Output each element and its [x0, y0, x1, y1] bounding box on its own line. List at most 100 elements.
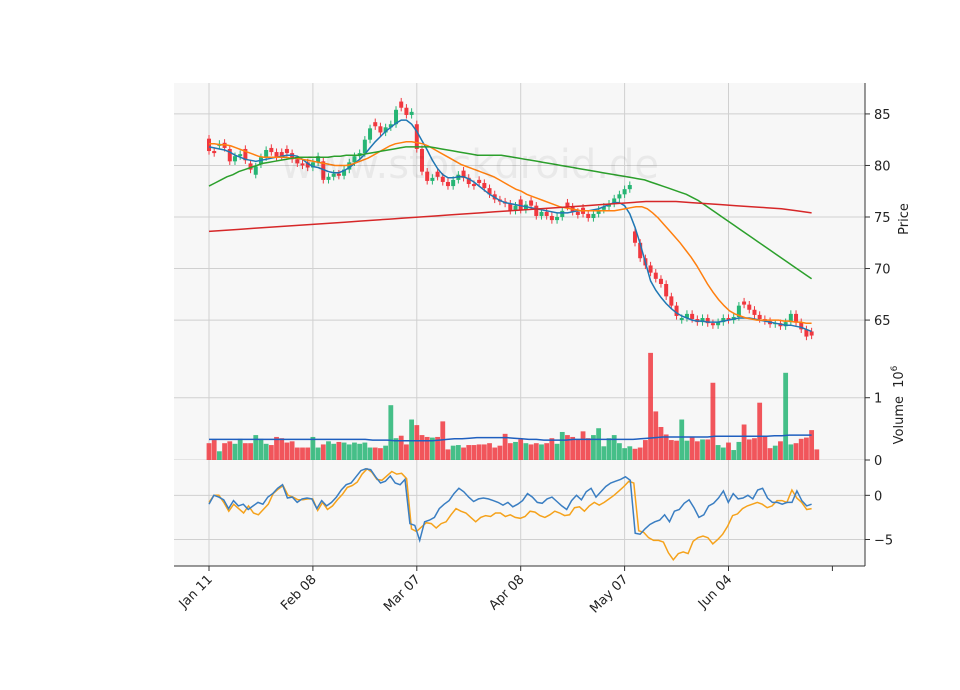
volume-bar — [554, 443, 560, 460]
volume-bar — [627, 446, 633, 460]
volume-bar — [710, 382, 716, 460]
candle-down — [404, 107, 409, 115]
volume-bar — [642, 440, 648, 460]
candle-down — [378, 126, 383, 133]
volume-bar — [793, 443, 799, 460]
x-axis: Jan 11 Feb 08 Mar 07 Apr 08 May 07 Jun 04 — [176, 566, 833, 616]
volume-bar — [404, 444, 409, 460]
candle-up — [368, 128, 373, 140]
volume-bar — [289, 441, 295, 460]
volume-bar — [596, 428, 602, 460]
candle-up — [591, 213, 596, 219]
candle-down — [212, 151, 217, 154]
volume-bar — [544, 443, 550, 460]
volume-bar — [320, 444, 326, 460]
volume-bar — [237, 438, 243, 460]
volume-y-tick-label: 1 — [874, 392, 882, 407]
volume-bar — [694, 441, 700, 460]
volume-bar — [804, 437, 809, 460]
candle-down — [669, 296, 674, 306]
volume-bar — [798, 438, 804, 460]
volume-bar — [679, 419, 685, 460]
volume-bar — [617, 443, 622, 460]
volume-bar — [746, 439, 752, 460]
candle-up — [622, 189, 627, 195]
volume-panel: 01 — [174, 351, 882, 469]
volume-bar — [367, 447, 373, 460]
volume-bar — [294, 447, 300, 460]
volume-bar — [752, 438, 757, 460]
volume-bar — [258, 438, 264, 460]
volume-bar — [461, 447, 466, 460]
volume-bar — [637, 447, 643, 460]
volume-y-tick-label: 0 — [874, 454, 882, 469]
stock-chart: 6570758085 01 0−5 Jan 11 Feb 08 Mar 07 Apr … — [174, 83, 912, 616]
candle-down — [648, 265, 653, 273]
candle-down — [508, 203, 513, 211]
volume-bar — [518, 439, 524, 460]
volume-bar — [549, 438, 555, 460]
candle-down — [658, 278, 663, 284]
candle-down — [586, 213, 591, 219]
volume-bar — [528, 444, 534, 460]
volume-bar — [767, 448, 773, 460]
volume-bar — [352, 442, 357, 460]
volume-axis-label: Volume 106 — [890, 365, 907, 444]
volume-bar — [736, 441, 742, 460]
volume-bar — [445, 449, 451, 460]
price-y-tick-label: 75 — [874, 211, 891, 226]
volume-bar — [419, 435, 425, 460]
volume-bar — [772, 445, 778, 460]
volume-bar — [362, 442, 368, 460]
volume-bar — [585, 438, 591, 460]
volume-bar — [601, 446, 607, 460]
x-tick-label: Apr 08 — [486, 572, 527, 613]
oscillator-panel: 0 −5 — [174, 460, 893, 566]
price-axis-label: Price — [897, 203, 912, 235]
volume-bar — [248, 443, 253, 460]
candle-down — [269, 147, 274, 153]
candle-down — [518, 199, 523, 210]
candle-down — [742, 301, 747, 305]
volume-bar — [788, 444, 794, 460]
volume-bar — [331, 443, 337, 460]
price-y-tick-label: 80 — [874, 159, 891, 174]
candle-down — [207, 138, 211, 152]
volume-bar — [674, 440, 679, 460]
candle-down — [575, 211, 580, 215]
volume-bar — [341, 442, 347, 460]
volume-bar — [731, 450, 737, 460]
volume-bar — [606, 438, 612, 460]
volume-bar — [414, 425, 420, 460]
candle-down — [752, 309, 757, 315]
volume-bar — [668, 440, 674, 460]
volume-bar — [513, 441, 518, 460]
osc-background — [174, 460, 865, 566]
volume-bar — [227, 441, 233, 460]
volume-bar — [481, 444, 487, 460]
volume-bar — [455, 445, 461, 460]
candle-down — [794, 313, 799, 323]
volume-bar — [622, 448, 627, 460]
candle-up — [264, 150, 269, 158]
volume-bar — [398, 435, 404, 460]
volume-bar — [471, 445, 477, 460]
volume-bar — [663, 434, 669, 460]
volume-bar — [539, 444, 544, 460]
osc-y-tick-label: 0 — [874, 489, 882, 504]
candle-up — [560, 210, 565, 217]
volume-bar — [279, 438, 285, 460]
volume-bar — [372, 447, 378, 460]
candle-up — [617, 194, 622, 199]
volume-bar — [570, 436, 576, 460]
candle-down — [544, 211, 549, 216]
volume-bar — [284, 442, 290, 460]
volume-bar — [575, 439, 581, 460]
candle-down — [690, 313, 695, 320]
volume-bar — [565, 435, 570, 460]
candle-down — [664, 284, 669, 297]
candle-down — [809, 331, 814, 336]
volume-bar — [206, 443, 212, 460]
volume-bar — [476, 444, 482, 460]
volume-bar — [222, 443, 227, 460]
